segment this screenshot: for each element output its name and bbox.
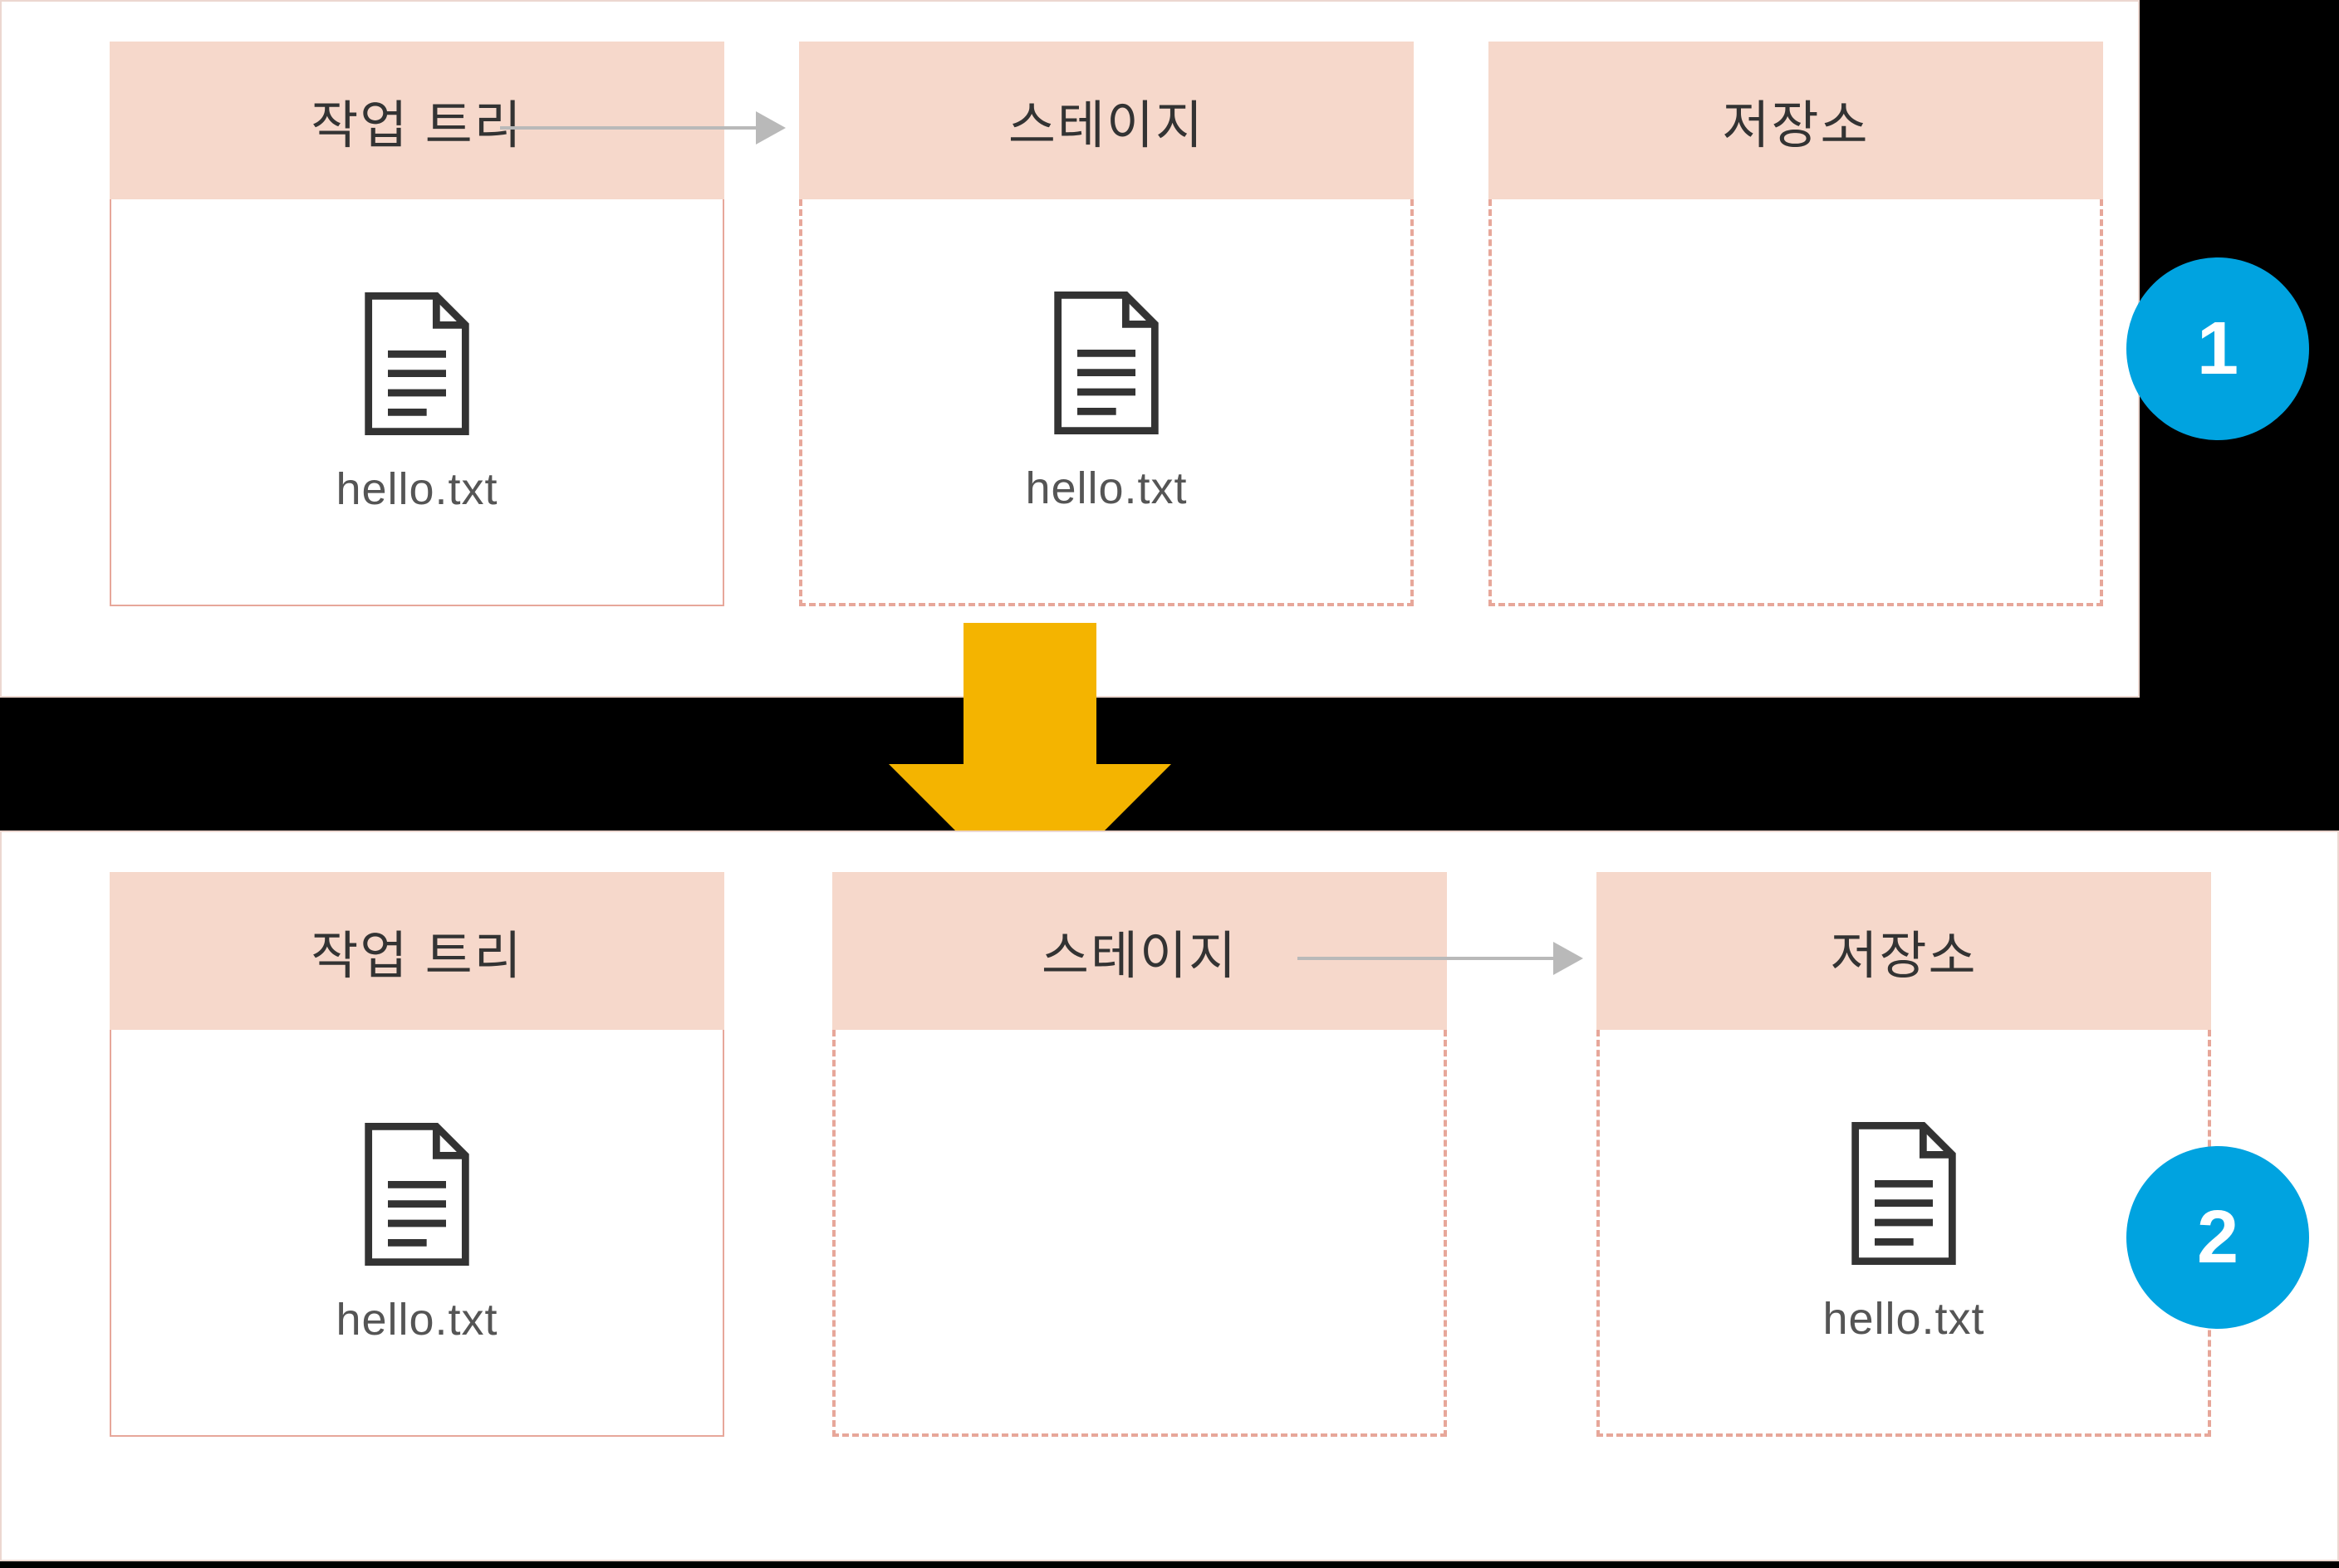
column-body-repository: hello.txt bbox=[1596, 1030, 2211, 1437]
file-label: hello.txt bbox=[1025, 463, 1187, 514]
file-icon bbox=[1048, 288, 1165, 438]
column-header-working-tree: 작업 트리 bbox=[110, 872, 724, 1030]
column-header-stage: 스테이지 bbox=[832, 872, 1447, 1030]
file-label: hello.txt bbox=[336, 1294, 498, 1345]
column-repository: 저장소 hello.txt bbox=[1596, 872, 2211, 1437]
step-badge-label: 1 bbox=[2197, 306, 2238, 392]
step-badge-1: 1 bbox=[2126, 257, 2309, 440]
column-body-working-tree: hello.txt bbox=[110, 1030, 724, 1437]
diagram-step-2: 작업 트리 hello.txt 스테이지 저장소 bbox=[0, 831, 2339, 1561]
column-working-tree: 작업 트리 hello.txt bbox=[110, 872, 724, 1437]
column-body-stage-empty bbox=[832, 1030, 1447, 1437]
column-repository: 저장소 bbox=[1488, 42, 2103, 606]
step-badge-2: 2 bbox=[2126, 1146, 2309, 1329]
column-body-repository-empty bbox=[1488, 199, 2103, 606]
file-icon bbox=[359, 289, 475, 439]
column-header-stage: 스테이지 bbox=[799, 42, 1414, 199]
arrow-stage-to-repo bbox=[1297, 957, 1580, 960]
file-label: hello.txt bbox=[336, 463, 498, 515]
step-badge-label: 2 bbox=[2197, 1195, 2238, 1281]
column-header-working-tree: 작업 트리 bbox=[110, 42, 724, 199]
diagram-step-1: 작업 트리 hello.txt 스테이지 bbox=[0, 0, 2140, 698]
arrow-working-to-stage bbox=[500, 126, 782, 130]
file-label: hello.txt bbox=[1822, 1293, 1984, 1345]
file-icon bbox=[359, 1120, 475, 1269]
column-body-stage: hello.txt bbox=[799, 199, 1414, 606]
column-body-working-tree: hello.txt bbox=[110, 199, 724, 606]
column-header-repository: 저장소 bbox=[1596, 872, 2211, 1030]
column-stage: 스테이지 hello.txt bbox=[799, 42, 1414, 606]
file-icon bbox=[1846, 1119, 1962, 1268]
column-header-repository: 저장소 bbox=[1488, 42, 2103, 199]
